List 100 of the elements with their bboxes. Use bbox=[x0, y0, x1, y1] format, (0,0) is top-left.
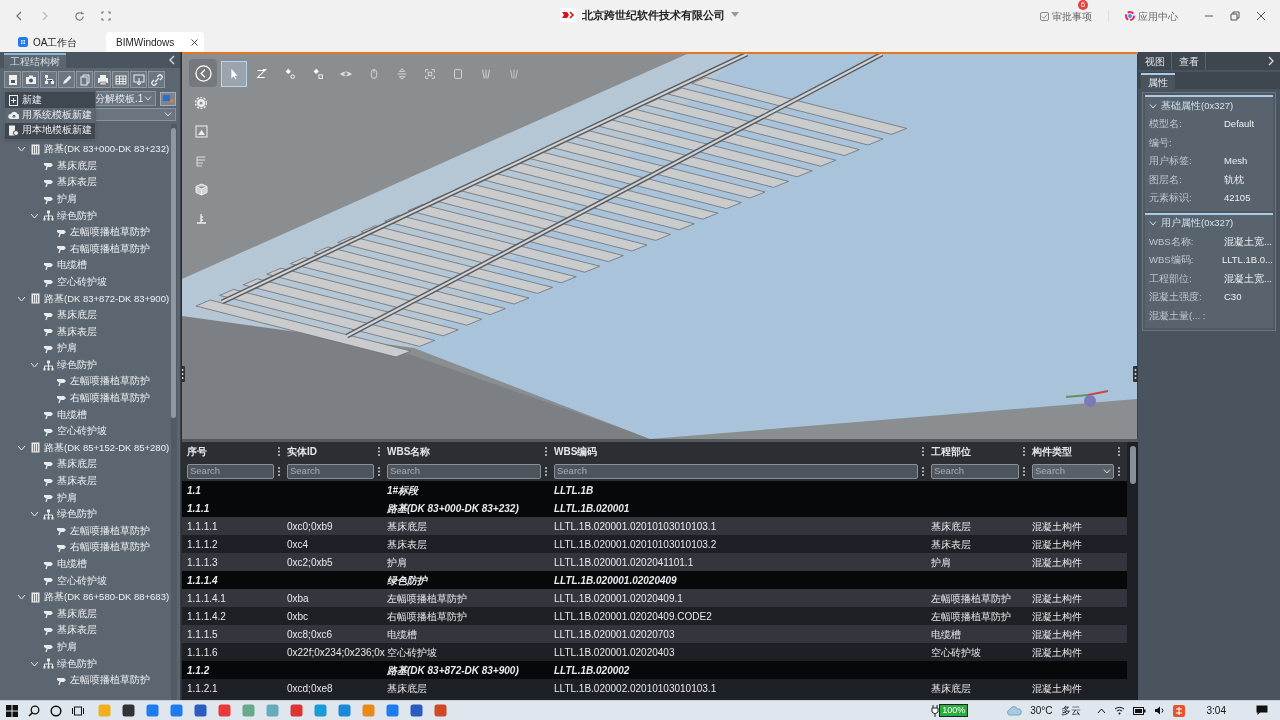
circle-icon[interactable] bbox=[50, 704, 62, 717]
tree-item[interactable]: 空心砖护坡 bbox=[0, 423, 171, 440]
caret-icon[interactable] bbox=[731, 12, 739, 19]
tree-item[interactable]: 电缆槽 bbox=[0, 257, 171, 274]
chevron-down-icon[interactable] bbox=[30, 212, 39, 219]
tree-item[interactable]: 左幅喷播植草防护 bbox=[0, 223, 171, 241]
tree-item[interactable]: 基床表层 bbox=[0, 622, 171, 639]
panel-tab[interactable]: 工程结构树 bbox=[4, 53, 66, 68]
filter-field[interactable]: Search bbox=[554, 463, 918, 479]
tree-item[interactable]: 左幅喷播植草防护 bbox=[0, 373, 171, 390]
menu-item[interactable]: 用本地模板新建 bbox=[5, 123, 95, 138]
scrollbar-thumb[interactable] bbox=[1129, 446, 1136, 484]
pencil-button[interactable] bbox=[58, 71, 75, 88]
app-center-link[interactable]: 应用中心 bbox=[1125, 8, 1178, 24]
drag-handle-icon[interactable] bbox=[1133, 366, 1138, 382]
weather-text[interactable]: 多云 bbox=[1060, 703, 1081, 718]
table-button[interactable] bbox=[112, 71, 129, 88]
tree-item[interactable]: 右幅喷播植草防护 bbox=[0, 539, 171, 556]
tree-item[interactable]: 绿色防护 bbox=[0, 207, 171, 224]
tree-item[interactable]: 基床底层 bbox=[0, 605, 171, 623]
section-header[interactable]: 用户属性(0x327) bbox=[1145, 214, 1273, 233]
refresh-icon[interactable] bbox=[74, 10, 85, 22]
wifi-icon[interactable] bbox=[1113, 706, 1125, 715]
tree-item[interactable]: 基床表层 bbox=[0, 174, 171, 191]
chevron-up-icon[interactable] bbox=[1096, 707, 1106, 714]
link-button[interactable] bbox=[148, 71, 165, 88]
hierarchy-button[interactable] bbox=[40, 71, 57, 88]
tree-item[interactable]: 护肩 bbox=[0, 190, 171, 208]
tree-item[interactable]: 护肩 bbox=[0, 340, 171, 357]
tree-item[interactable]: 绿色防护 bbox=[0, 655, 171, 672]
template-settings-icon[interactable] bbox=[160, 91, 176, 106]
app-icon[interactable] bbox=[410, 704, 423, 717]
close-icon[interactable] bbox=[1256, 11, 1266, 21]
tree-item[interactable]: 基床表层 bbox=[0, 472, 171, 490]
temperature-text[interactable]: 30°C bbox=[1030, 703, 1053, 718]
tree-item[interactable]: 右幅喷播植草防护 bbox=[0, 240, 171, 258]
tree-item[interactable]: 护肩 bbox=[0, 489, 171, 507]
chevron-down-icon[interactable] bbox=[30, 660, 39, 667]
menu-item[interactable]: 用系统模板新建 bbox=[5, 108, 95, 123]
copy-button[interactable] bbox=[76, 71, 93, 88]
tree-item[interactable]: 绿色防护 bbox=[0, 506, 171, 523]
clock-text[interactable]: 3:04 bbox=[1206, 703, 1226, 718]
column-header[interactable]: 序号 bbox=[182, 442, 282, 461]
image-icon[interactable] bbox=[195, 125, 209, 139]
fullscreen-icon[interactable] bbox=[101, 11, 111, 21]
tree-item[interactable]: 空心砖护坡 bbox=[0, 572, 171, 590]
tree-item[interactable]: 基床底层 bbox=[0, 456, 171, 473]
back-button[interactable] bbox=[189, 59, 217, 87]
filter-field[interactable]: Search bbox=[387, 463, 541, 479]
column-header[interactable]: 构件类型 bbox=[1027, 442, 1122, 461]
chevron-down-icon[interactable] bbox=[17, 295, 26, 302]
tree-item[interactable]: 左幅喷播植草防护 bbox=[0, 522, 171, 540]
close-icon[interactable] bbox=[191, 38, 198, 46]
table-row[interactable]: 1.1 1#标段 LLTL.1B bbox=[182, 481, 1127, 499]
chevron-down-icon[interactable] bbox=[30, 511, 39, 518]
viewport-tool-button[interactable] bbox=[221, 61, 247, 87]
search-icon[interactable] bbox=[28, 704, 40, 717]
task-view-icon[interactable] bbox=[72, 704, 84, 717]
tree-item[interactable]: 路基(DK 85+152-DK 85+280) bbox=[0, 439, 171, 457]
tree-item[interactable]: 右幅喷播植草防护 bbox=[0, 389, 171, 407]
chevron-down-icon[interactable] bbox=[17, 445, 26, 451]
app-icon[interactable] bbox=[122, 704, 135, 717]
tree-item[interactable]: 基床底层 bbox=[0, 157, 171, 175]
tree-item[interactable]: 左幅喷播植草防护 bbox=[0, 672, 171, 689]
table-row[interactable]: 1.1.1.4 绿色防护 LLTL.1B.020001.02020409 bbox=[182, 571, 1127, 589]
column-header[interactable]: WBS编码 bbox=[549, 442, 926, 461]
table-row[interactable]: 1.1.1 路基(DK 83+000-DK 83+232) LLTL.1B.020001 bbox=[182, 499, 1127, 517]
table-row[interactable]: 1.1.1.3 0xc2;0xb5 护肩 LLTL.1B.020001.0202041101.1 护肩 混凝土构件 bbox=[182, 553, 1127, 571]
app-icon[interactable] bbox=[194, 704, 207, 717]
notification-icon[interactable] bbox=[1256, 705, 1268, 716]
tree-item[interactable]: 绿色防护 bbox=[0, 356, 171, 374]
filter-field[interactable]: Search bbox=[287, 463, 374, 479]
tree-item[interactable]: 路基(DK 86+580-DK 88+683) bbox=[0, 589, 171, 606]
filter-field[interactable]: Search bbox=[931, 463, 1019, 479]
chevron-down-icon[interactable] bbox=[30, 362, 39, 368]
browser-tab[interactable]: OA工作台 bbox=[10, 32, 102, 52]
tree-item[interactable]: 路基(DK 83+000-DK 83+232) bbox=[0, 141, 171, 158]
chevron-down-icon[interactable] bbox=[17, 594, 26, 601]
windows-start-icon[interactable] bbox=[6, 704, 18, 717]
table-row[interactable]: 1.1.1.1 0xc0;0xb9 基床底层 LLTL.1B.020001.02010103010103.1 基床底层 混凝土构件 bbox=[182, 517, 1127, 535]
speaker-icon[interactable] bbox=[1153, 706, 1165, 715]
browser-tab[interactable]: BIMWindows bbox=[106, 32, 204, 52]
tree-item[interactable]: 基床表层 bbox=[0, 323, 171, 341]
table-row[interactable]: 1.1.1.5 0xc8;0xc6 电缆槽 LLTL.1B.020001.02020703 电缆槽 混凝土构件 bbox=[182, 625, 1127, 643]
printer-button[interactable] bbox=[94, 71, 111, 88]
camera-button[interactable] bbox=[22, 71, 39, 88]
panel-tab[interactable]: 属性 bbox=[1141, 73, 1175, 89]
monitor-button[interactable] bbox=[130, 71, 147, 88]
filter-field[interactable]: Search bbox=[187, 463, 274, 479]
chevron-down-icon[interactable] bbox=[17, 146, 26, 153]
tree-item[interactable]: 电缆槽 bbox=[0, 555, 171, 573]
tree-item[interactable]: 基床底层 bbox=[0, 306, 171, 324]
menu-item[interactable]: 新建 bbox=[5, 93, 95, 108]
tree-item[interactable]: 空心砖护坡 bbox=[0, 273, 171, 291]
input-method-icon[interactable] bbox=[1172, 704, 1185, 717]
scrollbar-thumb[interactable] bbox=[171, 128, 176, 418]
back-icon[interactable] bbox=[14, 11, 24, 21]
column-header[interactable]: 实体ID bbox=[282, 442, 382, 461]
save-button[interactable] bbox=[4, 71, 21, 88]
tree-item[interactable]: 路基(DK 83+872-DK 83+900) bbox=[0, 290, 171, 307]
